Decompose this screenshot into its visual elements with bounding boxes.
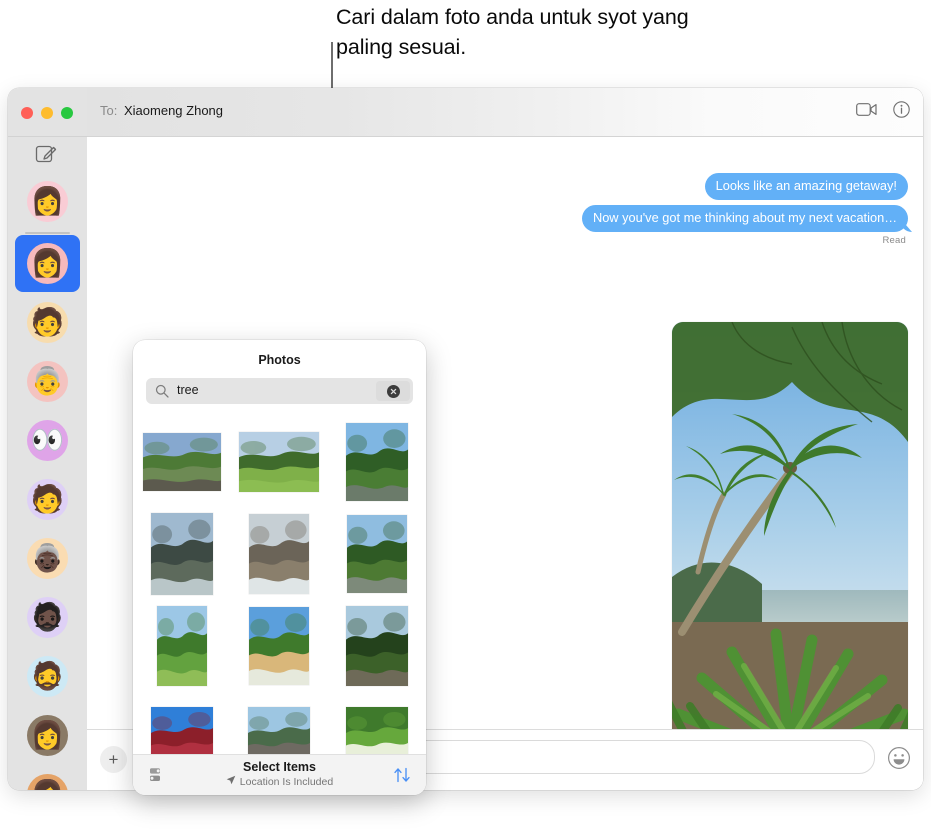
minimize-button[interactable] bbox=[41, 107, 53, 119]
photo-palm-coast[interactable] bbox=[345, 423, 408, 501]
photo-dog-flowers[interactable] bbox=[249, 607, 310, 685]
location-status: Location Is Included bbox=[133, 775, 426, 788]
zoom-button[interactable] bbox=[61, 107, 73, 119]
photo-sea-cliffs[interactable] bbox=[150, 513, 213, 595]
read-receipt: Read bbox=[882, 235, 906, 246]
search-input[interactable]: tree bbox=[177, 383, 199, 397]
avatar: 🧔 bbox=[27, 656, 68, 697]
photo-grid-row bbox=[133, 692, 426, 755]
titlebar-actions bbox=[856, 101, 910, 123]
photo-attachment[interactable] bbox=[672, 322, 908, 730]
photo-green-meadow[interactable] bbox=[239, 432, 320, 492]
photo-grid-cell bbox=[231, 416, 329, 508]
message-bubble[interactable]: Looks like an amazing getaway! bbox=[704, 173, 908, 200]
select-items-label[interactable]: Select Items bbox=[133, 760, 426, 774]
message-bubble[interactable]: Now you've got me thinking about my next… bbox=[581, 205, 908, 232]
photo-grid-cell bbox=[231, 600, 329, 692]
clear-circle-icon bbox=[386, 384, 400, 398]
photo-jungle-river[interactable] bbox=[346, 515, 407, 593]
photo-beach-shore[interactable] bbox=[248, 707, 311, 755]
message-row: Looks like an amazing getaway! bbox=[87, 173, 923, 200]
recipient-name[interactable]: Xiaomeng Zhong bbox=[124, 103, 223, 118]
location-arrow-icon bbox=[226, 775, 236, 788]
sidebar-item-conversation-9[interactable]: 🧔 bbox=[8, 647, 87, 706]
photo-palms-sky[interactable] bbox=[156, 606, 207, 686]
message-list: Looks like an amazing getaway! Now you've… bbox=[87, 173, 923, 232]
photo-grid-cell bbox=[133, 508, 231, 600]
avatar: 👩 bbox=[27, 774, 68, 790]
photo-grid-cell bbox=[328, 600, 426, 692]
sidebar-item-conversation-2[interactable]: 👩 bbox=[8, 234, 87, 293]
sort-arrows-icon[interactable] bbox=[392, 765, 412, 785]
avatar: 👵🏿 bbox=[27, 538, 68, 579]
conversation-list[interactable]: 👩 👩 🧑 👵 👀 🧑 👵🏿 🧔🏿 🧔 👩 👩 bbox=[8, 172, 87, 790]
sidebar-item-conversation-7[interactable]: 👵🏿 bbox=[8, 529, 87, 588]
photo-grid-cell bbox=[133, 692, 231, 755]
compose-icon[interactable] bbox=[35, 143, 57, 165]
sidebar-item-conversation-11[interactable]: 👩 bbox=[8, 765, 87, 790]
plus-icon[interactable]: + bbox=[100, 746, 127, 773]
photo-grid-cell bbox=[133, 416, 231, 508]
to-label: To: bbox=[100, 103, 118, 118]
popover-title: Photos bbox=[258, 353, 301, 367]
smiley-face-icon[interactable] bbox=[887, 746, 911, 770]
photo-red-leaves[interactable] bbox=[150, 707, 213, 755]
message-row: Now you've got me thinking about my next… bbox=[87, 205, 923, 232]
avatar: 🧑 bbox=[27, 302, 68, 343]
popover-footer: Select Items Location Is Included bbox=[133, 754, 426, 795]
titlebar: To: Xiaomeng Zhong bbox=[87, 88, 923, 137]
sidebar-item-conversation-4[interactable]: 👵 bbox=[8, 352, 87, 411]
avatar: 👀 bbox=[27, 420, 68, 461]
photo-grid-row bbox=[133, 508, 426, 600]
location-label: Location Is Included bbox=[239, 775, 334, 788]
sidebar-item-conversation-5[interactable]: 👀 bbox=[8, 411, 87, 470]
close-button[interactable] bbox=[21, 107, 33, 119]
window-controls[interactable] bbox=[21, 107, 73, 119]
avatar: 🧑 bbox=[27, 479, 68, 520]
sidebar-item-conversation-3[interactable]: 🧑 bbox=[8, 293, 87, 352]
sidebar-item-conversation-10[interactable]: 👩 bbox=[8, 706, 87, 765]
photo-grid-cell bbox=[328, 508, 426, 600]
avatar: 👵 bbox=[27, 361, 68, 402]
sidebar-item-conversation-6[interactable]: 🧑 bbox=[8, 470, 87, 529]
photo-grid-cell bbox=[231, 508, 329, 600]
info-circle-icon[interactable] bbox=[893, 101, 910, 123]
photo-grid-cell bbox=[133, 600, 231, 692]
photo-white-blossom[interactable] bbox=[345, 707, 408, 755]
photo-palm-path[interactable] bbox=[345, 606, 408, 686]
footer-center: Select Items Location Is Included bbox=[133, 760, 426, 788]
sidebar: 👩 👩 🧑 👵 👀 🧑 👵🏿 🧔🏿 🧔 👩 👩 bbox=[8, 88, 88, 790]
photos-popover: Photos tree Select Items Location Is Inc… bbox=[133, 340, 426, 795]
photo-grid[interactable] bbox=[133, 416, 426, 755]
clear-search-button[interactable] bbox=[376, 381, 410, 401]
avatar: 🧔🏿 bbox=[27, 597, 68, 638]
screenshot-root: Cari dalam foto anda untuk syot yang pal… bbox=[0, 0, 931, 835]
photo-grid-cell bbox=[328, 692, 426, 755]
callout-text: Cari dalam foto anda untuk syot yang pal… bbox=[336, 5, 689, 59]
photo-grid-cell bbox=[328, 416, 426, 508]
photo-coastal-rocks[interactable] bbox=[249, 514, 310, 594]
video-camera-icon[interactable] bbox=[856, 102, 877, 122]
avatar: 👩 bbox=[27, 181, 68, 222]
photo-search-field[interactable]: tree bbox=[146, 378, 413, 404]
avatar: 👩 bbox=[27, 243, 68, 284]
sidebar-item-conversation-1[interactable]: 👩 bbox=[8, 172, 87, 231]
photo-grid-cell bbox=[231, 692, 329, 755]
photo-grid-row bbox=[133, 416, 426, 508]
photo-grid-row bbox=[133, 600, 426, 692]
sidebar-item-conversation-8[interactable]: 🧔🏿 bbox=[8, 588, 87, 647]
magnifier-icon bbox=[155, 384, 169, 398]
photo-forest-stream[interactable] bbox=[142, 433, 221, 491]
avatar: 👩 bbox=[27, 715, 68, 756]
